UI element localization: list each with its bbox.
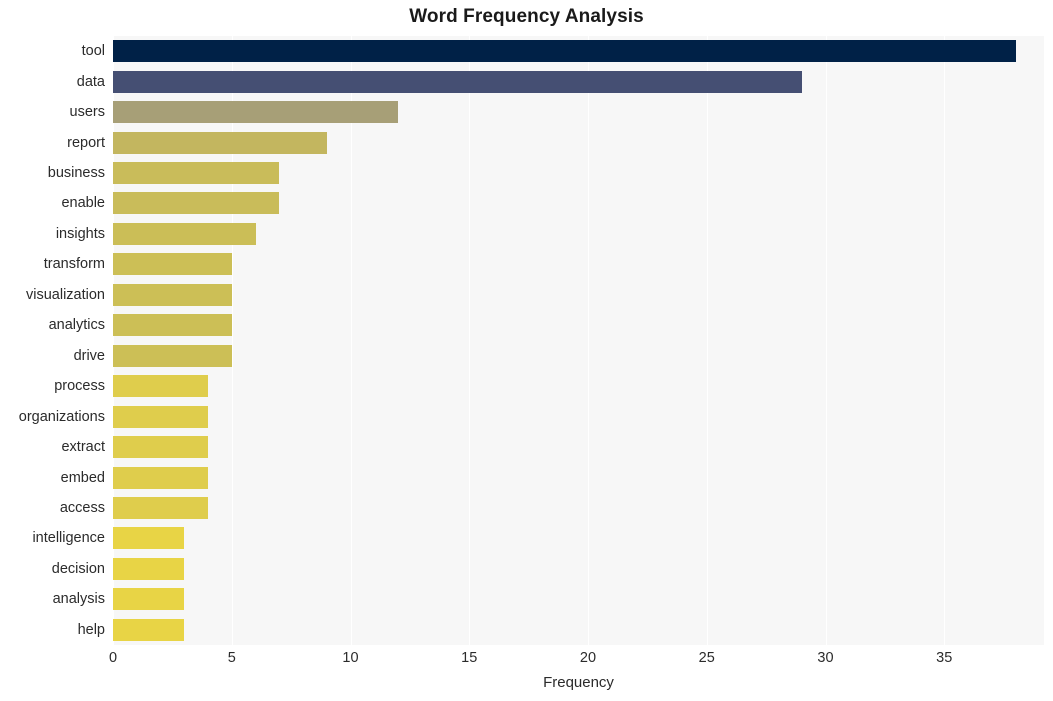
bar-row — [113, 436, 1044, 459]
y-tick-label-analytics: analytics — [48, 317, 105, 334]
bar-enable — [113, 192, 280, 215]
bar-row — [113, 70, 1044, 93]
gridline — [944, 36, 946, 645]
bar-row — [113, 283, 1044, 306]
bar-row — [113, 40, 1044, 63]
bar-insights — [113, 222, 256, 245]
bar-row — [113, 557, 1044, 580]
x-axis-tick-labels: 0 5 10 15 20 25 30 35 — [0, 650, 1053, 672]
bar-analytics — [113, 314, 232, 337]
y-tick-label-extract: extract — [61, 439, 105, 456]
x-tick-label-20: 20 — [579, 650, 597, 666]
bar-organizations — [113, 405, 208, 428]
bar-embed — [113, 466, 208, 489]
bar-row — [113, 222, 1044, 245]
y-tick-label-analysis: analysis — [52, 591, 105, 608]
y-tick-label-transform: transform — [43, 256, 105, 273]
gridline — [350, 36, 352, 645]
x-tick-label-0: 0 — [108, 650, 118, 666]
bar-users — [113, 101, 398, 124]
y-tick-label-organizations: organizations — [18, 408, 105, 425]
bar-row — [113, 253, 1044, 276]
x-tick-label-10: 10 — [342, 650, 359, 666]
y-tick-label-report: report — [67, 134, 105, 151]
x-tick-label-35: 35 — [936, 650, 953, 666]
x-tick-label-15: 15 — [461, 650, 478, 666]
bar-row — [113, 527, 1044, 550]
x-tick-label-30: 30 — [817, 650, 834, 666]
bar-row — [113, 131, 1044, 154]
bar-report — [113, 131, 327, 154]
y-tick-label-help: help — [77, 621, 105, 638]
bar-row — [113, 496, 1044, 519]
y-tick-label-enable: enable — [61, 195, 105, 212]
bar-row — [113, 618, 1044, 641]
bar-row — [113, 344, 1044, 367]
bar-row — [113, 405, 1044, 428]
x-tick-label-25: 25 — [698, 650, 715, 666]
y-tick-label-data: data — [76, 73, 105, 90]
y-tick-label-decision: decision — [51, 560, 105, 577]
bar-row — [113, 588, 1044, 611]
y-tick-label-process: process — [54, 378, 105, 395]
chart-title: Word Frequency Analysis — [409, 6, 644, 27]
x-tick-label-5: 5 — [227, 650, 236, 666]
y-tick-label-insights: insights — [55, 225, 105, 242]
gridline — [706, 36, 708, 645]
y-tick-label-tool: tool — [81, 43, 105, 60]
gridline — [825, 36, 827, 645]
y-tick-label-access: access — [59, 499, 105, 516]
y-tick-label-intelligence: intelligence — [32, 530, 105, 547]
y-tick-label-business: business — [47, 165, 105, 182]
gridline — [469, 36, 471, 645]
y-tick-label-users: users — [69, 104, 105, 121]
bar-row — [113, 192, 1044, 215]
bar-business — [113, 162, 280, 185]
bar-transform — [113, 253, 232, 276]
bar-drive — [113, 344, 232, 367]
bar-process — [113, 375, 208, 398]
bar-row — [113, 101, 1044, 124]
y-tick-label-embed: embed — [60, 469, 105, 486]
y-axis-tick-labels: tool data users report business enable insight… — [0, 36, 105, 645]
bar-row — [113, 375, 1044, 398]
chart-figure: Word Frequency Analysis tool data users rep… — [0, 0, 1053, 701]
bar-help — [113, 618, 185, 641]
gridline — [231, 36, 233, 645]
bar-visualization — [113, 283, 232, 306]
bar-extract — [113, 436, 208, 459]
bar-intelligence — [113, 527, 185, 550]
y-tick-label-drive: drive — [73, 347, 105, 364]
bar-row — [113, 466, 1044, 489]
x-axis-title: Frequency — [543, 674, 614, 691]
gridline — [113, 36, 114, 645]
bar-data — [113, 70, 802, 93]
bar-decision — [113, 557, 185, 580]
gridline — [588, 36, 589, 645]
plot-area — [113, 36, 1044, 645]
bar-analysis — [113, 588, 185, 611]
y-tick-label-visualization: visualization — [26, 286, 105, 303]
bar-row — [113, 162, 1044, 185]
bar-access — [113, 496, 208, 519]
bar-row — [113, 314, 1044, 337]
bar-tool — [113, 40, 1016, 63]
